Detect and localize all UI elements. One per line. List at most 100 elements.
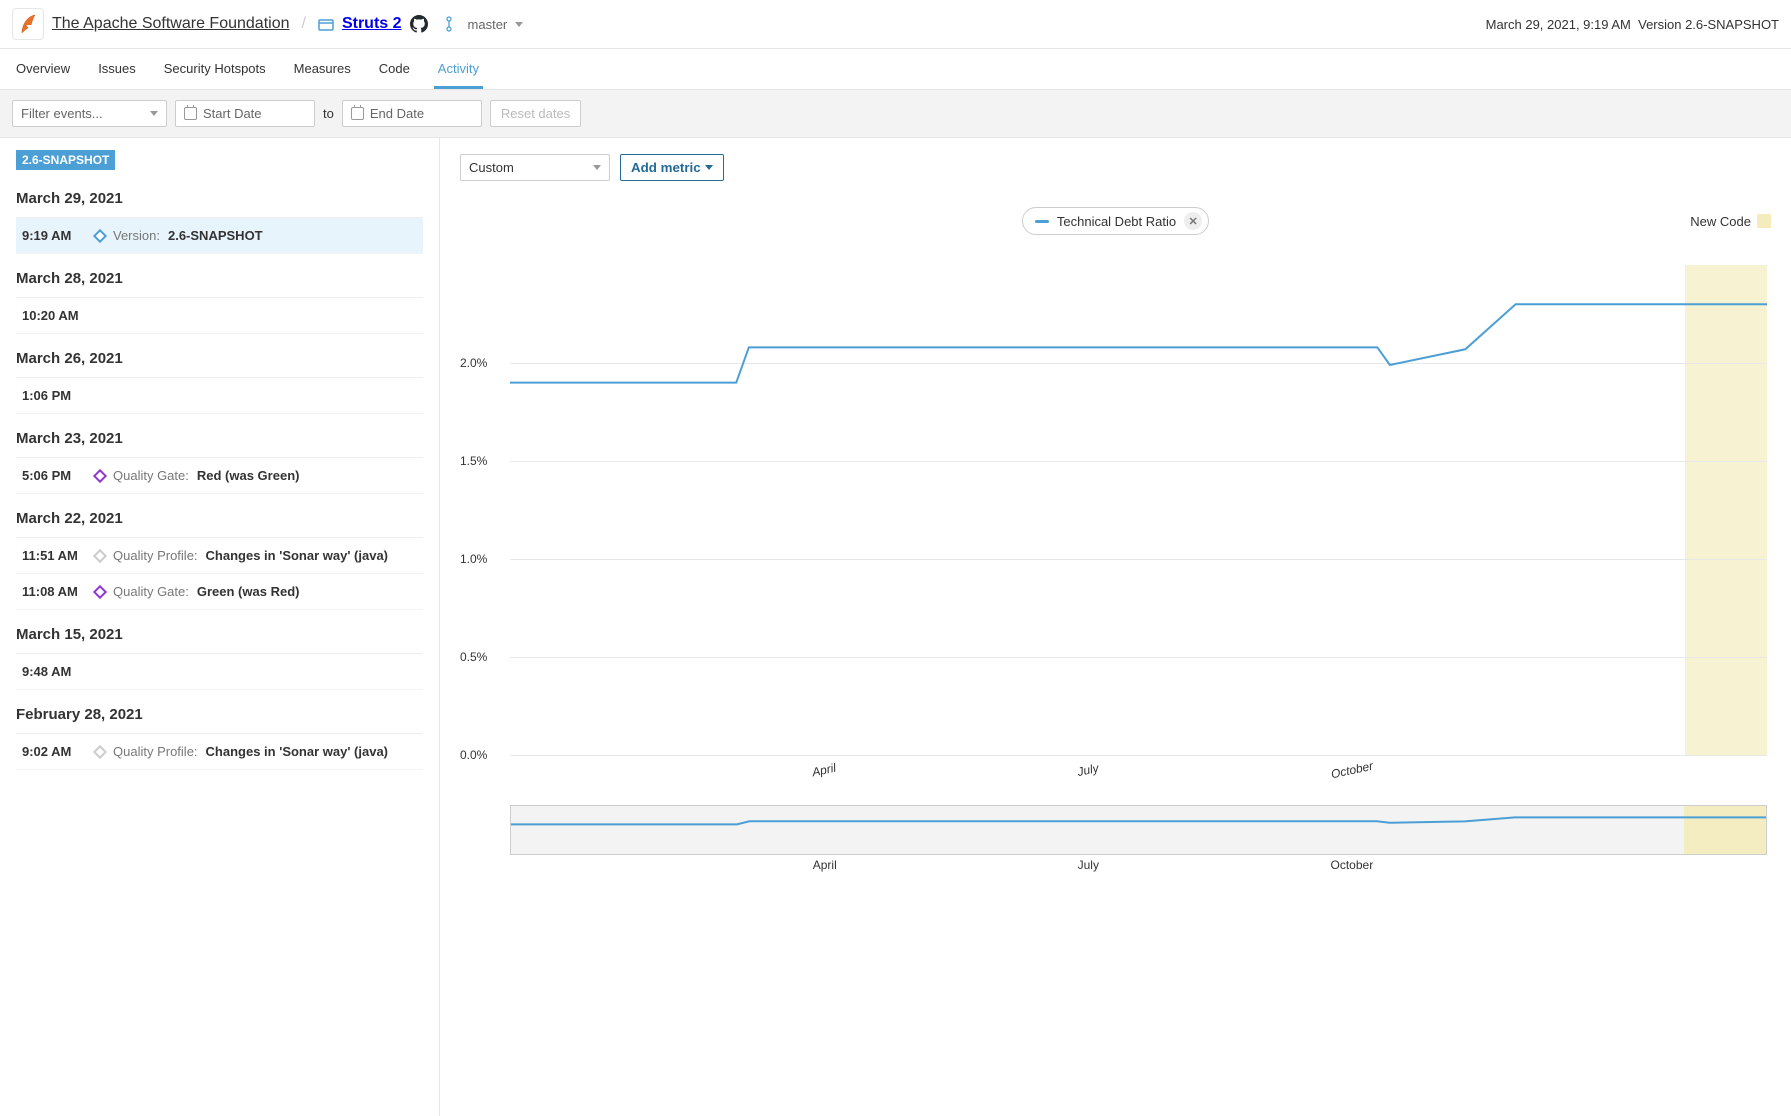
remove-metric-button[interactable]: ✕ — [1184, 212, 1202, 230]
chevron-down-icon — [150, 111, 158, 116]
add-metric-label: Add metric — [631, 160, 701, 175]
activity-event-row[interactable]: 10:20 AM — [16, 298, 423, 334]
x-tick-label: July — [1076, 761, 1100, 779]
graph-type-dropdown[interactable]: Custom — [460, 154, 610, 181]
day-date: March 15, 2021 — [16, 610, 423, 654]
activity-event-row[interactable]: 11:51 AMQuality Profile:Changes in 'Sona… — [16, 538, 423, 574]
event-marker-icon — [93, 744, 107, 758]
chevron-down-icon — [705, 165, 713, 170]
event-time: 9:48 AM — [22, 664, 87, 679]
overview-line — [511, 806, 1766, 854]
event-value: Red (was Green) — [197, 468, 300, 483]
activity-event-row[interactable]: 9:48 AM — [16, 654, 423, 690]
day-block: March 26, 2021 1:06 PM — [0, 334, 439, 414]
chart-overview[interactable]: AprilJulyOctober — [510, 805, 1767, 855]
overview-x-tick-label: July — [1078, 858, 1099, 872]
overview-x-tick-label: April — [813, 858, 837, 872]
nav-security-hotspots[interactable]: Security Hotspots — [160, 49, 270, 89]
nav-activity[interactable]: Activity — [434, 49, 483, 89]
last-analysis-time: March 29, 2021, 9:19 AM — [1486, 17, 1631, 32]
event-marker-icon — [93, 548, 107, 562]
day-block: March 23, 20215:06 PMQuality Gate:Red (w… — [0, 414, 439, 494]
event-time: 11:08 AM — [22, 584, 87, 599]
gridline — [510, 755, 1767, 756]
graph-type-value: Custom — [469, 160, 514, 175]
event-time: 1:06 PM — [22, 388, 87, 403]
newcode-legend: New Code — [1690, 214, 1771, 229]
event-value: 2.6-SNAPSHOT — [168, 228, 263, 243]
x-tick-label: October — [1330, 759, 1375, 782]
event-label: Quality Gate: — [113, 584, 189, 599]
project-version: Version 2.6-SNAPSHOT — [1638, 17, 1779, 32]
add-metric-button[interactable]: Add metric — [620, 154, 724, 181]
filter-events-placeholder: Filter events... — [21, 106, 103, 121]
chart-controls: Custom Add metric — [460, 154, 1771, 181]
day-date: February 28, 2021 — [16, 690, 423, 734]
breadcrumb-separator: / — [302, 15, 306, 33]
feather-icon — [19, 14, 37, 34]
day-block: March 28, 202110:20 AM — [0, 254, 439, 334]
main-content: 2.6-SNAPSHOT March 29, 20219:19 AMVersio… — [0, 138, 1791, 1116]
chevron-down-icon — [593, 165, 601, 170]
event-time: 10:20 AM — [22, 308, 87, 323]
activity-event-row[interactable]: 5:06 PMQuality Gate:Red (was Green) — [16, 458, 423, 494]
event-time: 5:06 PM — [22, 468, 87, 483]
day-date: March 22, 2021 — [16, 494, 423, 538]
metric-pill-label: Technical Debt Ratio — [1057, 214, 1176, 229]
project-logo — [12, 8, 44, 40]
filter-events-dropdown[interactable]: Filter events... — [12, 100, 167, 127]
activity-event-row[interactable]: 1:06 PM — [16, 378, 423, 414]
series-color-swatch — [1035, 220, 1049, 223]
end-date-placeholder: End Date — [370, 106, 424, 121]
event-time: 9:19 AM — [22, 228, 87, 243]
project-header: The Apache Software Foundation / Struts … — [0, 0, 1791, 49]
y-tick-label: 1.0% — [460, 552, 487, 566]
activity-event-row[interactable]: 11:08 AM Quality Gate: Green (was Red) — [16, 574, 423, 610]
github-icon[interactable] — [410, 15, 428, 33]
newcode-legend-label: New Code — [1690, 214, 1751, 229]
branch-name[interactable]: master — [468, 17, 508, 32]
branch-caret-icon[interactable] — [515, 22, 523, 27]
day-date: March 26, 2021 — [16, 334, 423, 378]
end-date-input[interactable]: End Date — [342, 100, 482, 127]
activity-sidebar[interactable]: 2.6-SNAPSHOT March 29, 20219:19 AMVersio… — [0, 138, 440, 1116]
header-meta: March 29, 2021, 9:19 AM Version 2.6-SNAP… — [1486, 17, 1779, 32]
day-date: March 29, 2021 — [16, 174, 423, 218]
start-date-placeholder: Start Date — [203, 106, 262, 121]
main-nav: Overview Issues Security Hotspots Measur… — [0, 49, 1791, 90]
branch-icon — [446, 16, 456, 32]
event-value: Green (was Red) — [197, 584, 300, 599]
overview-x-tick-label: October — [1331, 858, 1374, 872]
project-link[interactable]: Struts 2 — [342, 15, 402, 33]
day-block: March 22, 202111:51 AMQuality Profile:Ch… — [0, 494, 439, 610]
x-tick-label: April — [811, 761, 837, 780]
chart-area[interactable]: 0.0%0.5%1.0%1.5%2.0%AprilJulyOctober — [510, 265, 1767, 755]
nav-issues[interactable]: Issues — [94, 49, 140, 89]
activity-event-row[interactable]: 9:02 AMQuality Profile:Changes in 'Sonar… — [16, 734, 423, 770]
y-tick-label: 0.5% — [460, 650, 487, 664]
newcode-swatch — [1757, 214, 1771, 228]
reset-dates-button[interactable]: Reset dates — [490, 100, 581, 127]
event-marker-icon — [93, 584, 107, 598]
version-sticky-tag: 2.6-SNAPSHOT — [16, 150, 115, 170]
day-block: March 29, 20219:19 AMVersion:2.6-SNAPSHO… — [0, 174, 439, 254]
event-label: Quality Profile: — [113, 548, 198, 563]
calendar-icon — [184, 107, 197, 120]
event-time: 11:51 AM — [22, 548, 87, 563]
event-marker-icon — [93, 468, 107, 482]
y-tick-label: 1.5% — [460, 454, 487, 468]
event-label: Quality Profile: — [113, 744, 198, 759]
nav-overview[interactable]: Overview — [12, 49, 74, 89]
activity-event-row[interactable]: 9:19 AMVersion:2.6-SNAPSHOT — [16, 218, 423, 254]
event-marker-icon — [93, 228, 107, 242]
y-tick-label: 0.0% — [460, 748, 487, 762]
to-label: to — [323, 106, 334, 121]
nav-measures[interactable]: Measures — [290, 49, 355, 89]
y-tick-label: 2.0% — [460, 356, 487, 370]
start-date-input[interactable]: Start Date — [175, 100, 315, 127]
event-time: 9:02 AM — [22, 744, 87, 759]
org-link[interactable]: The Apache Software Foundation — [52, 15, 290, 33]
project-icon — [318, 17, 334, 31]
calendar-icon — [351, 107, 364, 120]
nav-code[interactable]: Code — [375, 49, 414, 89]
